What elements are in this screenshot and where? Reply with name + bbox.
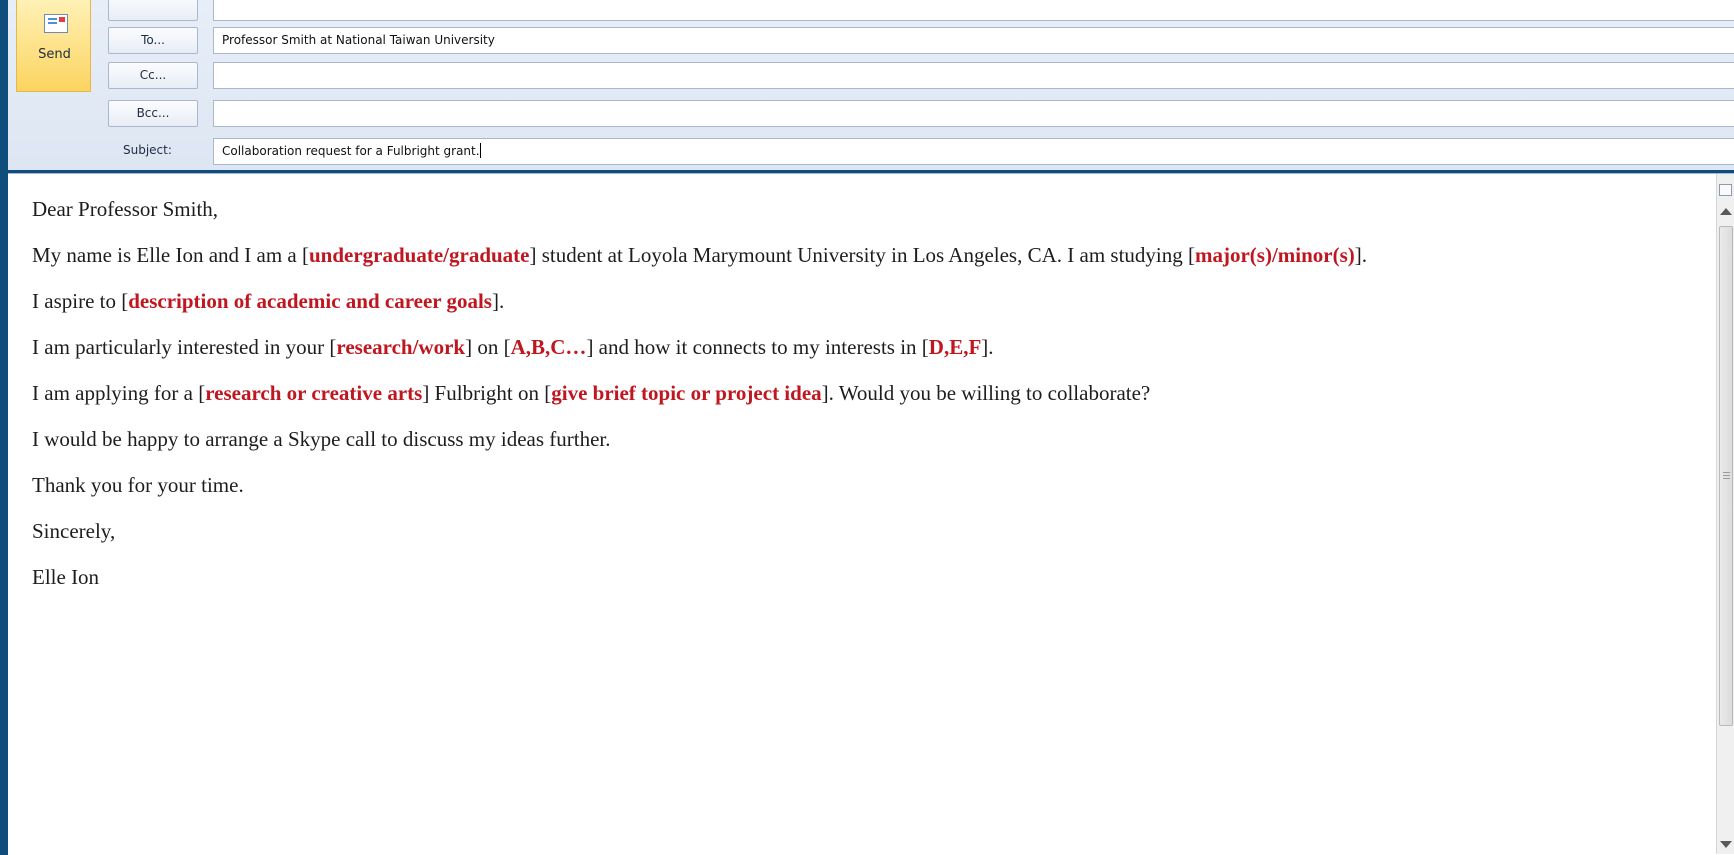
- closing: Sincerely,: [32, 519, 116, 543]
- message-body-editor[interactable]: Dear Professor Smith, My name is Elle Io…: [8, 173, 1734, 855]
- body-paragraph-3: I am particularly interested in your [re…: [32, 332, 1542, 363]
- send-mail-icon: [44, 14, 68, 33]
- bcc-field[interactable]: [213, 100, 1734, 127]
- placeholder-major: major(s)/minor(s): [1195, 243, 1355, 267]
- subject-value: Collaboration request for a Fulbright gr…: [222, 144, 480, 158]
- body-paragraph-1: My name is Elle Ion and I am a [undergra…: [32, 240, 1542, 271]
- send-label: Send: [38, 47, 71, 62]
- text-run: ] Fulbright on [: [422, 381, 552, 405]
- text-run: I am applying for a [: [32, 381, 206, 405]
- vertical-scrollbar[interactable]: [1716, 174, 1734, 854]
- from-field[interactable]: [213, 0, 1734, 21]
- ruler-toggle-icon[interactable]: [1719, 184, 1732, 196]
- text-run: ].: [1354, 243, 1368, 267]
- subject-label: Subject:: [123, 143, 172, 157]
- placeholder-research: research/work: [336, 335, 466, 359]
- placeholder-interests: D,E,F: [928, 335, 982, 359]
- body-paragraph-6: Thank you for your time.: [32, 473, 244, 497]
- send-button[interactable]: Send: [16, 0, 91, 92]
- to-button[interactable]: To...: [108, 27, 198, 54]
- text-run: I aspire to [: [32, 289, 129, 313]
- message-header: Send To... Professor Smith at National T…: [8, 0, 1734, 170]
- placeholder-project-idea: give brief topic or project idea: [551, 381, 822, 405]
- text-run: ].: [491, 289, 505, 313]
- placeholder-grant-type: research or creative arts: [205, 381, 423, 405]
- text-run: ] on [: [465, 335, 511, 359]
- subject-field[interactable]: Collaboration request for a Fulbright gr…: [213, 138, 1734, 165]
- grip-icon: [1723, 472, 1730, 473]
- to-field[interactable]: Professor Smith at National Taiwan Unive…: [213, 27, 1734, 54]
- placeholder-level: undergraduate/graduate: [309, 243, 530, 267]
- text-run: My name is Elle Ion and I am a [: [32, 243, 309, 267]
- scroll-thumb[interactable]: [1719, 226, 1733, 726]
- text-run: ].: [981, 335, 994, 359]
- body-paragraph-5: I would be happy to arrange a Skype call…: [32, 427, 611, 451]
- placeholder-goals: description of academic and career goals: [128, 289, 492, 313]
- text-run: ] student at Loyola Marymount University…: [529, 243, 1196, 267]
- message-body[interactable]: Dear Professor Smith, My name is Elle Io…: [32, 194, 1542, 608]
- greeting: Dear Professor Smith,: [32, 197, 219, 221]
- text-cursor: [479, 143, 481, 158]
- cc-field[interactable]: [213, 62, 1734, 89]
- body-paragraph-2: I aspire to [description of academic and…: [32, 286, 1542, 317]
- placeholder-topics: A,B,C…: [510, 335, 587, 359]
- text-run: ]. Would you be willing to collaborate?: [821, 381, 1151, 405]
- scroll-up-arrow-icon[interactable]: [1720, 208, 1732, 215]
- bcc-button[interactable]: Bcc...: [108, 100, 198, 127]
- from-button[interactable]: [108, 0, 198, 21]
- signature: Elle Ion: [32, 565, 100, 589]
- scroll-down-arrow-icon[interactable]: [1720, 841, 1732, 848]
- text-run: I am particularly interested in your [: [32, 335, 337, 359]
- text-run: ] and how it connects to my interests in…: [586, 335, 929, 359]
- body-paragraph-4: I am applying for a [research or creativ…: [32, 378, 1542, 409]
- cc-button[interactable]: Cc...: [108, 62, 198, 89]
